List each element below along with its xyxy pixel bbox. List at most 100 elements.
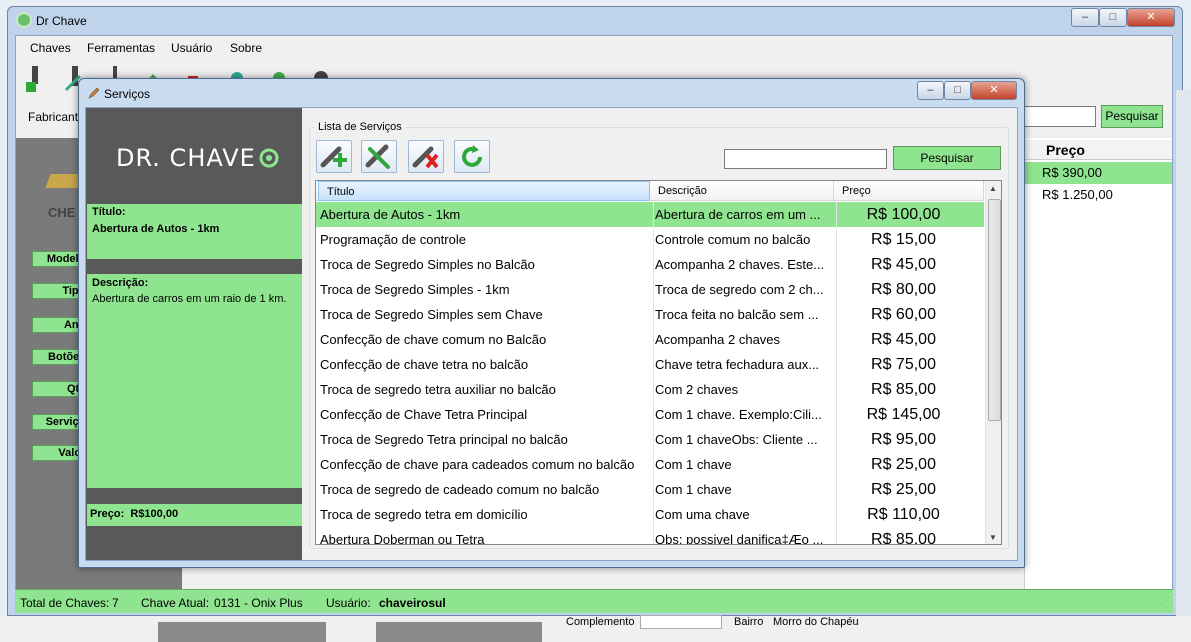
price-cell[interactable]: R$ 1.250,00 xyxy=(1024,184,1172,206)
descricao-box: Descrição: Abertura de carros em um raio… xyxy=(87,274,302,488)
menu-sobre[interactable]: Sobre xyxy=(230,41,262,55)
edit-service-icon[interactable] xyxy=(361,140,397,173)
service-description-cell: Com 1 chave. Exemplo:Cili... xyxy=(653,402,833,427)
service-row[interactable]: Troca de Segredo Tetra principal no balc… xyxy=(316,427,984,452)
scroll-thumb[interactable] xyxy=(988,199,1001,421)
service-price-cell: R$ 45,00 xyxy=(836,252,984,277)
service-row[interactable]: Troca de Segredo Simples no Balcão Acompa… xyxy=(316,252,984,277)
service-title-cell: Troca de Segredo Simples sem Chave xyxy=(320,307,543,322)
status-bar: Total de Chaves: 7 Chave Atual: 0131 - O… xyxy=(15,589,1173,613)
service-price-cell: R$ 15,00 xyxy=(836,227,984,252)
service-price-cell: R$ 75,00 xyxy=(836,352,984,377)
dialog-minimize-button[interactable]: – xyxy=(917,81,944,100)
service-row[interactable]: Troca de segredo tetra auxiliar no balcã… xyxy=(316,377,984,402)
pencil-icon xyxy=(88,87,100,99)
service-row[interactable]: Troca de segredo de cadeado comum no bal… xyxy=(316,477,984,502)
car-brand-text: CHE xyxy=(48,205,76,220)
service-description-cell: Obs: possivel danifica‡Æo ... xyxy=(653,527,833,544)
service-price-cell: R$ 25,00 xyxy=(836,452,984,477)
service-title-cell: Troca de Segredo Simples no Balcão xyxy=(320,257,535,272)
service-description-cell: Com 1 chave xyxy=(653,477,833,502)
bairro-value: Morro do Chapéu xyxy=(773,616,859,628)
bottom-gray-block xyxy=(158,622,326,642)
logo-ring-icon xyxy=(259,148,279,168)
service-title-cell: Troca de Segredo Simples - 1km xyxy=(320,282,510,297)
add-key-icon[interactable] xyxy=(24,64,46,94)
price-cell[interactable]: R$ 390,00 xyxy=(1024,162,1172,184)
service-price-cell: R$ 110,00 xyxy=(836,502,984,527)
service-price-cell: R$ 60,00 xyxy=(836,302,984,327)
service-row[interactable]: Confecção de chave comum no Balcão Acompa… xyxy=(316,327,984,352)
scroll-up-icon[interactable]: ▲ xyxy=(989,184,997,193)
service-description-cell: Abertura de carros em um ... xyxy=(653,202,833,227)
resize-grip-icon[interactable]: ⋰ xyxy=(1160,596,1170,608)
dialog-maximize-button[interactable]: □ xyxy=(944,81,971,100)
menubar: Chaves Ferramentas Usuário Sobre xyxy=(16,38,1172,58)
service-title-cell: Troca de segredo tetra auxiliar no balcã… xyxy=(320,382,556,397)
complemento-field[interactable] xyxy=(640,615,722,629)
bottom-strip: Complemento Bairro Morro do Chapéu xyxy=(0,615,1191,642)
services-search-button[interactable]: Pesquisar xyxy=(893,146,1001,170)
service-row[interactable]: Troca de segredo tetra em domicílio Com u… xyxy=(316,502,984,527)
services-search-input[interactable] xyxy=(724,149,887,169)
atual-label: Chave Atual: xyxy=(141,596,210,610)
maximize-button[interactable]: □ xyxy=(1099,8,1127,27)
services-grid: Título Descrição Preço Abertura de Autos… xyxy=(315,180,1002,545)
atual-value: 0131 - Onix Plus xyxy=(214,596,303,610)
service-row[interactable]: Programação de controle Controle comum no… xyxy=(316,227,984,252)
main-window-title: Dr Chave xyxy=(36,14,87,28)
service-title-cell: Abertura Doberman ou Tetra xyxy=(320,532,485,545)
titulo-box: Título: Abertura de Autos - 1km xyxy=(87,204,302,259)
fabricante-label: Fabricante xyxy=(28,110,85,124)
col-descricao-header[interactable]: Descrição xyxy=(650,181,834,201)
bottom-gray-block xyxy=(376,622,542,642)
service-title-cell: Confecção de Chave Tetra Principal xyxy=(320,407,528,422)
service-title-cell: Troca de segredo tetra em domicílio xyxy=(320,507,528,522)
service-description-cell: Com uma chave xyxy=(653,502,833,527)
service-title-cell: Confecção de chave para cadeados comum n… xyxy=(320,457,635,472)
menu-ferramentas[interactable]: Ferramentas xyxy=(87,41,155,55)
service-row[interactable]: Confecção de Chave Tetra Principal Com 1 … xyxy=(316,402,984,427)
service-price-cell: R$ 145,00 xyxy=(836,402,984,427)
refresh-icon[interactable] xyxy=(454,140,490,173)
service-title-cell: Troca de segredo de cadeado comum no bal… xyxy=(320,482,600,497)
service-price-cell: R$ 80,00 xyxy=(836,277,984,302)
main-search-input[interactable] xyxy=(1024,106,1096,127)
complemento-label: Complemento xyxy=(566,616,635,628)
dialog-title: Serviços xyxy=(104,87,151,101)
service-description-cell: Com 1 chave xyxy=(653,452,833,477)
service-row[interactable]: Troca de Segredo Simples - 1km Troca de s… xyxy=(316,277,984,302)
preco-label: Preço: xyxy=(90,508,125,520)
service-row[interactable]: Confecção de chave para cadeados comum n… xyxy=(316,452,984,477)
grid-scrollbar[interactable]: ▲ ▼ xyxy=(985,181,1001,544)
service-row[interactable]: Troca de Segredo Simples sem Chave Troca … xyxy=(316,302,984,327)
descricao-label: Descrição: xyxy=(92,277,149,289)
service-price-cell: R$ 100,00 xyxy=(836,202,984,227)
main-search-button[interactable]: Pesquisar xyxy=(1101,105,1163,128)
service-description-cell: Com 2 chaves xyxy=(653,377,833,402)
total-value: 7 xyxy=(112,596,119,610)
total-label: Total de Chaves: xyxy=(20,596,110,610)
scroll-down-icon[interactable]: ▼ xyxy=(989,533,997,542)
menu-chaves[interactable]: Chaves xyxy=(30,41,71,55)
service-description-cell: Troca feita no balcão sem ... xyxy=(653,302,833,327)
service-price-cell: R$ 25,00 xyxy=(836,477,984,502)
service-row[interactable]: Abertura de Autos - 1km Abertura de carro… xyxy=(316,202,984,227)
service-title-cell: Confecção de chave comum no Balcão xyxy=(320,332,547,347)
service-row[interactable]: Abertura Doberman ou Tetra Obs: possivel … xyxy=(316,527,984,545)
service-row[interactable]: Confecção de chave tetra no balcão Chave … xyxy=(316,352,984,377)
delete-service-icon[interactable] xyxy=(408,140,444,173)
menu-usuario[interactable]: Usuário xyxy=(171,41,212,55)
grid-header: Título Descrição Preço xyxy=(316,181,984,201)
dialog-close-button[interactable]: ✕ xyxy=(971,81,1017,100)
bairro-label: Bairro xyxy=(734,616,764,628)
col-titulo-header[interactable]: Título xyxy=(318,181,650,201)
add-service-icon[interactable] xyxy=(316,140,352,173)
price-column-header[interactable]: Preço xyxy=(1024,140,1172,160)
close-button[interactable]: ✕ xyxy=(1127,8,1175,27)
col-preco-header[interactable]: Preço xyxy=(834,181,984,201)
service-price-cell: R$ 85,00 xyxy=(836,377,984,402)
services-group-label: Lista de Serviços xyxy=(314,121,406,133)
minimize-button[interactable]: – xyxy=(1071,8,1099,27)
service-price-cell: R$ 95,00 xyxy=(836,427,984,452)
